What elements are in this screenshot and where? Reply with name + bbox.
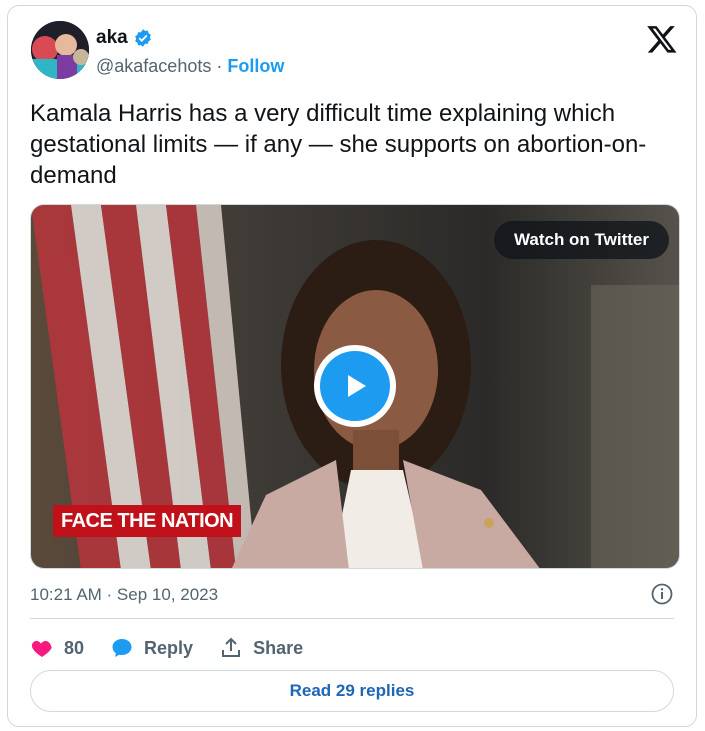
follow-link[interactable]: Follow <box>227 56 284 77</box>
share-button[interactable]: Share <box>219 636 303 660</box>
watch-on-twitter-button[interactable]: Watch on Twitter <box>493 221 669 259</box>
reply-button[interactable]: Reply <box>110 636 193 660</box>
reply-label: Reply <box>144 637 194 658</box>
author-name[interactable]: aka <box>96 27 128 49</box>
tweet-timestamp[interactable]: 10:21 AM · Sep 10, 2023 <box>30 585 218 605</box>
play-icon <box>348 375 366 397</box>
separator-dot: · <box>211 56 228 76</box>
like-count: 80 <box>64 637 85 658</box>
heart-icon <box>31 641 52 657</box>
share-icon <box>222 637 241 657</box>
avatar[interactable] <box>31 21 89 79</box>
action-bar: 80 Reply Share <box>30 628 329 668</box>
x-logo-icon[interactable] <box>646 23 678 55</box>
tweet-card: aka @akafacehots · Follow Kamala Harris … <box>7 5 697 727</box>
author-name-row: aka <box>96 27 153 49</box>
play-button[interactable] <box>314 345 396 427</box>
reply-bubble-icon <box>112 639 132 657</box>
share-label: Share <box>253 637 304 658</box>
read-replies-button[interactable]: Read 29 replies <box>30 670 674 712</box>
verified-badge-icon <box>134 29 151 47</box>
network-logo: FACE THE NATION <box>53 505 242 537</box>
author-handle[interactable]: @akafacehots <box>96 56 211 77</box>
info-icon[interactable] <box>650 582 674 606</box>
divider <box>30 618 674 619</box>
author-handle-row: @akafacehots · Follow <box>96 56 284 77</box>
like-button[interactable]: 80 <box>30 636 84 660</box>
video-thumbnail[interactable]: Watch on Twitter FACE THE NATION <box>30 204 680 569</box>
tweet-text: Kamala Harris has a very difficult time … <box>30 100 647 189</box>
